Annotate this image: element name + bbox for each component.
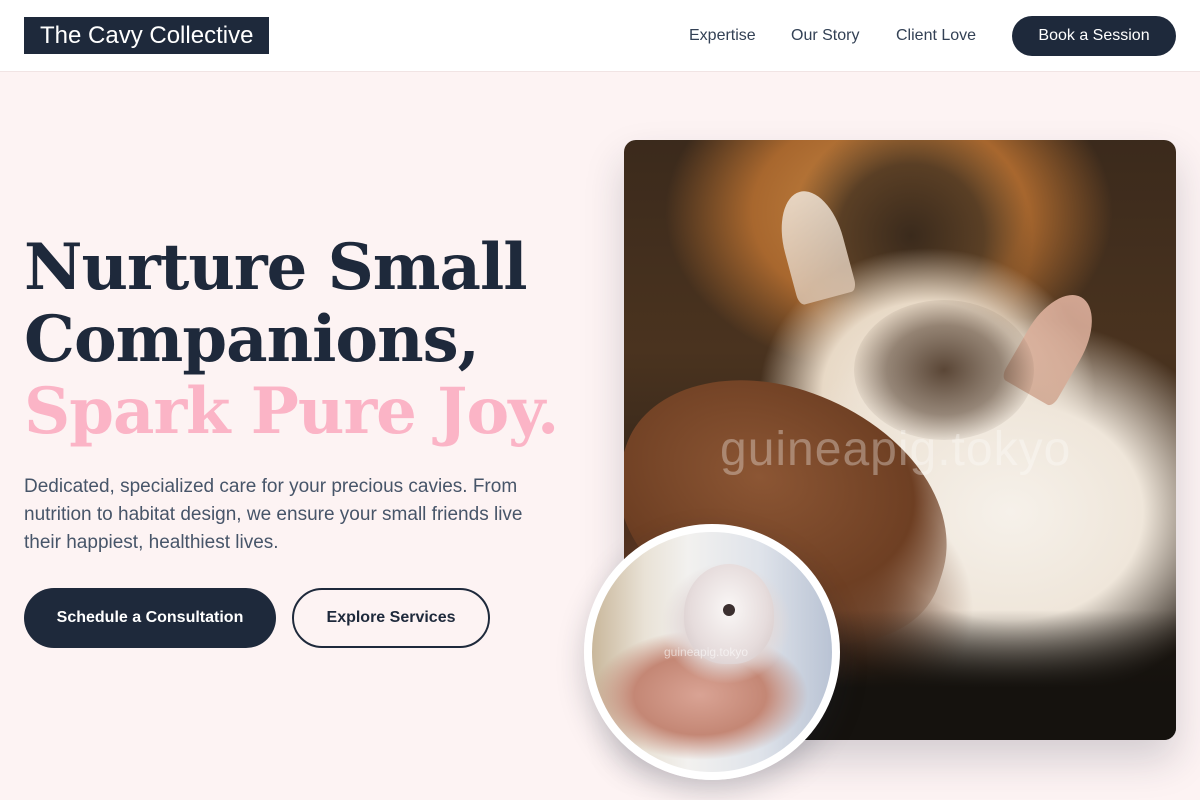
headline-line-1: Nurture Small [24,230,528,305]
schedule-consultation-button[interactable]: Schedule a Consultation [24,588,276,648]
nav-link-client-love[interactable]: Client Love [896,26,976,46]
guinea-pig-eye [723,604,735,616]
hero-description: Dedicated, specialized care for your pre… [24,476,523,553]
guinea-pig-photo: guineapig.tokyo [584,524,840,780]
site-header: The Cavy Collective Expertise Our Story … [0,0,1200,72]
cat-face-shape [854,300,1034,440]
book-session-button[interactable]: Book a Session [1012,16,1176,56]
explore-services-button[interactable]: Explore Services [292,588,490,648]
main-photo-watermark: guineapig.tokyo [720,423,1072,476]
headline-line-2: Companions, [24,302,480,377]
hero-headline: Nurture Small Companions, Spark Pure Joy… [24,232,604,448]
cat-ear-shape [770,184,858,306]
headline-accent: Spark Pure Joy. [24,374,559,449]
site-logo[interactable]: The Cavy Collective [24,17,270,54]
inset-photo-watermark: guineapig.tokyo [664,645,749,659]
nav-link-expertise[interactable]: Expertise [689,26,756,46]
nav-link-our-story[interactable]: Our Story [791,26,859,46]
